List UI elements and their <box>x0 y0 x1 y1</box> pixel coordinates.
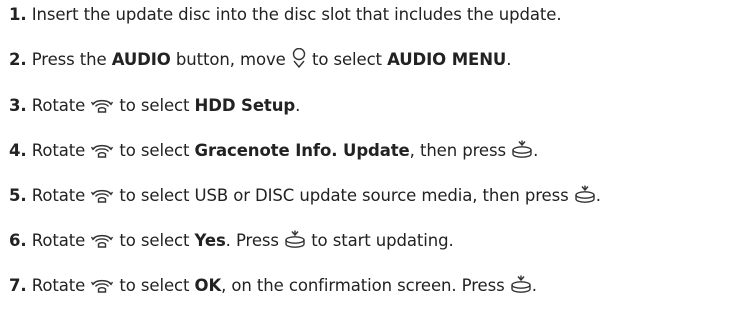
yes-label: Yes <box>194 231 226 250</box>
step-1: 1. Insert the update disc into the disc … <box>9 5 562 24</box>
step-number: 6. <box>9 231 27 250</box>
step-number: 5. <box>9 186 27 205</box>
step-number: 1. <box>9 5 27 24</box>
step-5: 5. Rotate to select USB or DISC update s… <box>9 185 601 205</box>
joystick-down-icon <box>291 48 307 70</box>
step-2: 2. Press the AUDIO button, move to selec… <box>9 47 511 73</box>
step-number: 2. <box>9 50 27 69</box>
step-6: 6. Rotate to select Yes. Press to start … <box>9 230 454 250</box>
step-3: 3. Rotate to select HDD Setup. <box>9 96 301 115</box>
press-knob-icon <box>510 275 532 295</box>
press-knob-icon <box>511 140 533 160</box>
step-number: 4. <box>9 141 27 160</box>
rotary-dial-icon <box>90 231 114 249</box>
step-4: 4. Rotate to select Gracenote Info. Upda… <box>9 140 539 160</box>
rotary-dial-icon <box>90 141 114 159</box>
press-knob-icon <box>284 230 306 250</box>
gracenote-update-label: Gracenote Info. Update <box>194 141 410 160</box>
audio-button-label: AUDIO <box>111 50 171 69</box>
rotary-dial-icon <box>90 96 114 114</box>
hdd-setup-label: HDD Setup <box>194 96 296 115</box>
step-7: 7. Rotate to select OK, on the confirmat… <box>9 275 537 295</box>
step-number: 7. <box>9 276 27 295</box>
press-knob-icon <box>574 185 596 205</box>
rotary-dial-icon <box>90 186 114 204</box>
ok-label: OK <box>194 276 222 295</box>
rotary-dial-icon <box>90 276 114 294</box>
step-number: 3. <box>9 96 27 115</box>
update-instructions: 1. Insert the update disc into the disc … <box>0 0 742 319</box>
audio-menu-label: AUDIO MENU <box>387 50 507 69</box>
